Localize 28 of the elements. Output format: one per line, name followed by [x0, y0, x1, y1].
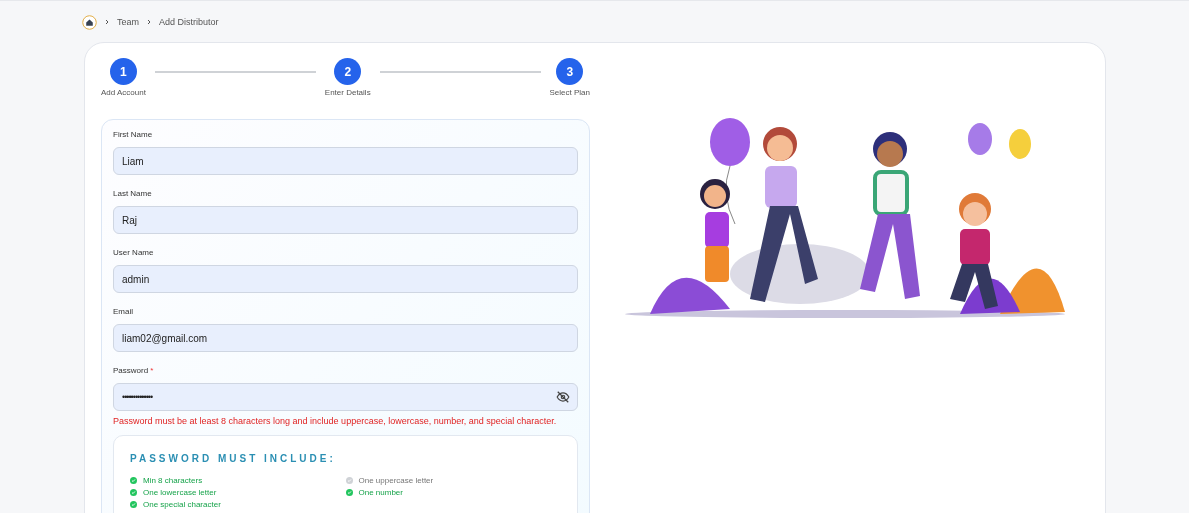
input-field[interactable]: Raj [113, 206, 578, 234]
requirement-text: One special character [143, 500, 221, 509]
chevron-right-icon [146, 19, 152, 25]
requirement-text: One lowercase letter [143, 488, 217, 497]
requirements-title: PASSWORD MUST INCLUDE: [130, 453, 337, 464]
input-field[interactable]: admin [113, 265, 578, 293]
requirement-text: One uppercase letter [358, 476, 434, 485]
chevron-right-icon [104, 19, 110, 25]
requirement-text: Min 8 characters [143, 476, 203, 485]
step-number: 2 [334, 58, 362, 85]
step-label: Select Plan [549, 88, 590, 97]
field-label: First Name [113, 130, 154, 139]
field-label: Password * [113, 366, 155, 375]
field-label: User Name [113, 248, 155, 257]
field-label: Email [113, 307, 134, 316]
eye-off-icon[interactable] [556, 390, 570, 404]
error-message: Password must be at least 8 characters long and include uppercase, lowercase, number, and special character. [113, 416, 558, 426]
step-number: 1 [109, 58, 137, 85]
step-number: 3 [556, 58, 584, 85]
step-label: Add Account [101, 88, 146, 97]
password-field[interactable]: •••••••••••••• [113, 383, 578, 411]
field-label: Last Name [113, 189, 153, 198]
input-field[interactable]: liam02@gmail.com [113, 324, 578, 352]
home-icon[interactable] [82, 14, 97, 30]
breadcrumb-link[interactable]: Team [117, 17, 139, 27]
requirement-text: One number [358, 488, 403, 497]
step-label: Enter Details [324, 88, 371, 97]
input-field[interactable]: Liam [113, 147, 578, 175]
